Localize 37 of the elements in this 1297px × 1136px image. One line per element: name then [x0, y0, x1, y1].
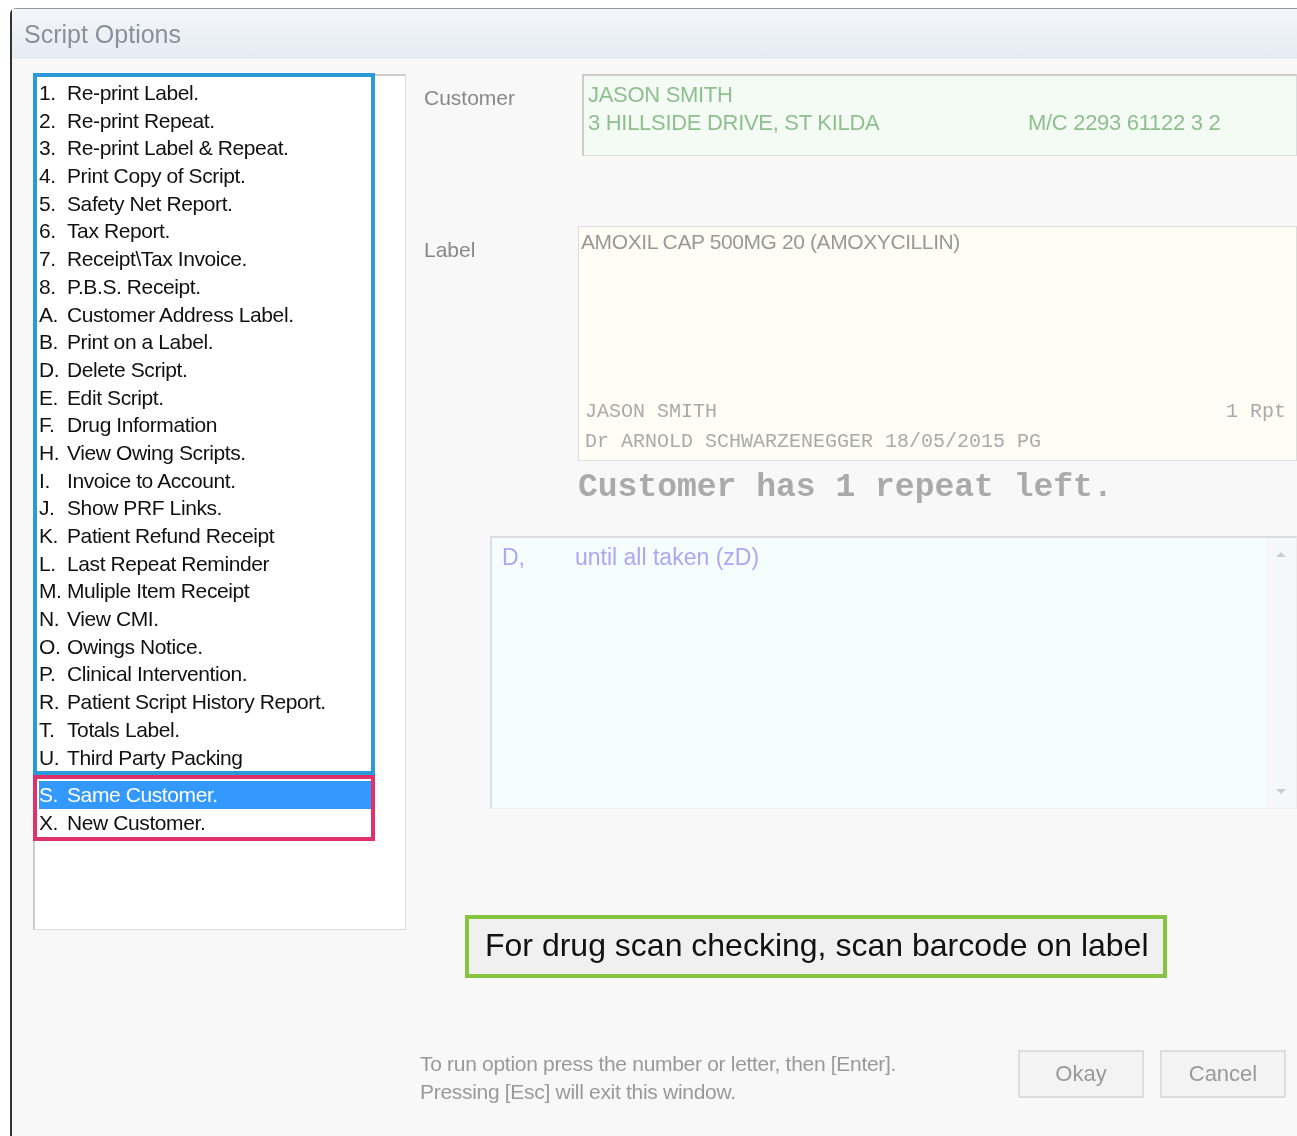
option-item[interactable]: B. Print on a Label. [39, 328, 371, 356]
option-item[interactable]: T. Totals Label. [39, 715, 371, 744]
option-item[interactable]: A. Customer Address Label. [39, 300, 371, 329]
repeat-notice: Customer has 1 repeat left. [578, 469, 1114, 506]
option-item[interactable]: R. Patient Script History Report. [39, 688, 371, 716]
option-item[interactable]: L. Last Repeat Reminder [39, 549, 371, 578]
field-label: Label [424, 237, 477, 263]
option-item[interactable]: I. Invoice to Account. [39, 466, 371, 495]
label-preview: AMOXIL CAP 500MG 20 (AMOXYCILLIN) JASON SMITH 1 Rpt Dr ARNOLD SCHWARZENEGGER 18/05/2015 PG [578, 226, 1297, 461]
option-item[interactable]: J. Show PRF Links. [39, 494, 371, 522]
option-item[interactable]: E. Edit Script. [39, 383, 371, 412]
option-item[interactable]: F. Drug Information [39, 411, 371, 439]
option-item[interactable]: 2. Re-print Repeat. [39, 106, 371, 135]
scan-hint: For drug scan checking, scan barcode on label [465, 915, 1167, 978]
option-item[interactable]: N. View CMI. [39, 605, 371, 633]
option-item[interactable]: 8. P.B.S. Receipt. [39, 272, 371, 301]
scroll-down-icon[interactable] [1275, 788, 1287, 796]
window-title: Script Options [24, 19, 181, 49]
option-item[interactable]: 6. Tax Report. [39, 217, 371, 246]
option-item[interactable]: P. Clinical Intervention. [39, 660, 371, 689]
scroll-up-icon[interactable] [1275, 550, 1287, 558]
option-item[interactable]: 5. Safety Net Report. [39, 189, 371, 218]
option-item[interactable]: D. Delete Script. [39, 355, 371, 384]
option-item[interactable]: 1. Re-print Label. [39, 79, 371, 107]
option-item[interactable]: 7. Receipt\Tax Invoice. [39, 245, 371, 273]
option-item[interactable]: K. Patient Refund Receipt [39, 522, 371, 550]
option-item[interactable]: 4. Print Copy of Script. [39, 162, 371, 190]
option-item[interactable]: O. Owings Notice. [39, 632, 371, 661]
option-item[interactable]: U. Third Party Packing [39, 743, 371, 772]
field-label: Customer [424, 85, 517, 111]
option-item[interactable]: M. Muliple Item Receipt [39, 577, 371, 606]
directions-field: D, until all taken (zD) [490, 536, 1297, 809]
option-item[interactable]: H. View Owing Scripts. [39, 438, 371, 467]
customer-field: JASON SMITH 3 HILLSIDE DRIVE, ST KILDA M/C 2293 61122 3 2 [582, 74, 1297, 156]
instructions-text: To run option press the number or letter, then [Enter]. Pressing [Esc] will exit this window. [420, 1051, 898, 1105]
option-item[interactable]: X. New Customer. [39, 808, 371, 837]
option-item[interactable]: 3. Re-print Label & Repeat. [39, 134, 371, 163]
